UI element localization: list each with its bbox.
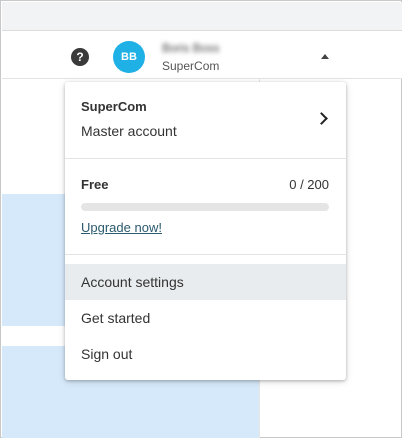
- divider: [65, 158, 346, 159]
- chevron-right-icon: [315, 112, 328, 125]
- menu-item-get-started[interactable]: Get started: [65, 300, 346, 336]
- plan-usage: 0 / 200: [289, 177, 329, 192]
- avatar[interactable]: BB: [113, 41, 145, 73]
- top-bar: [2, 2, 402, 31]
- usage-progress-bar: [81, 203, 329, 211]
- account-type: Master account: [81, 123, 177, 139]
- plan-name: Free: [81, 177, 109, 192]
- help-icon[interactable]: ?: [71, 48, 89, 66]
- caret-up-icon[interactable]: [321, 54, 329, 59]
- upgrade-link[interactable]: Upgrade now!: [81, 220, 162, 235]
- account-switcher[interactable]: SuperCom Master account: [65, 82, 346, 158]
- app-header: ? BB Boris Boss SuperCom: [2, 31, 402, 79]
- menu-item-account-settings[interactable]: Account settings: [65, 264, 346, 300]
- divider: [65, 254, 346, 255]
- user-name[interactable]: Boris Boss: [162, 41, 219, 55]
- account-name: SuperCom: [81, 99, 147, 114]
- account-dropdown: SuperCom Master account Free 0 / 200 Upg…: [65, 82, 346, 380]
- user-organization[interactable]: SuperCom: [162, 59, 219, 73]
- menu-item-sign-out[interactable]: Sign out: [65, 336, 346, 372]
- window-frame: ? BB Boris Boss SuperCom SuperCom Master…: [0, 0, 402, 438]
